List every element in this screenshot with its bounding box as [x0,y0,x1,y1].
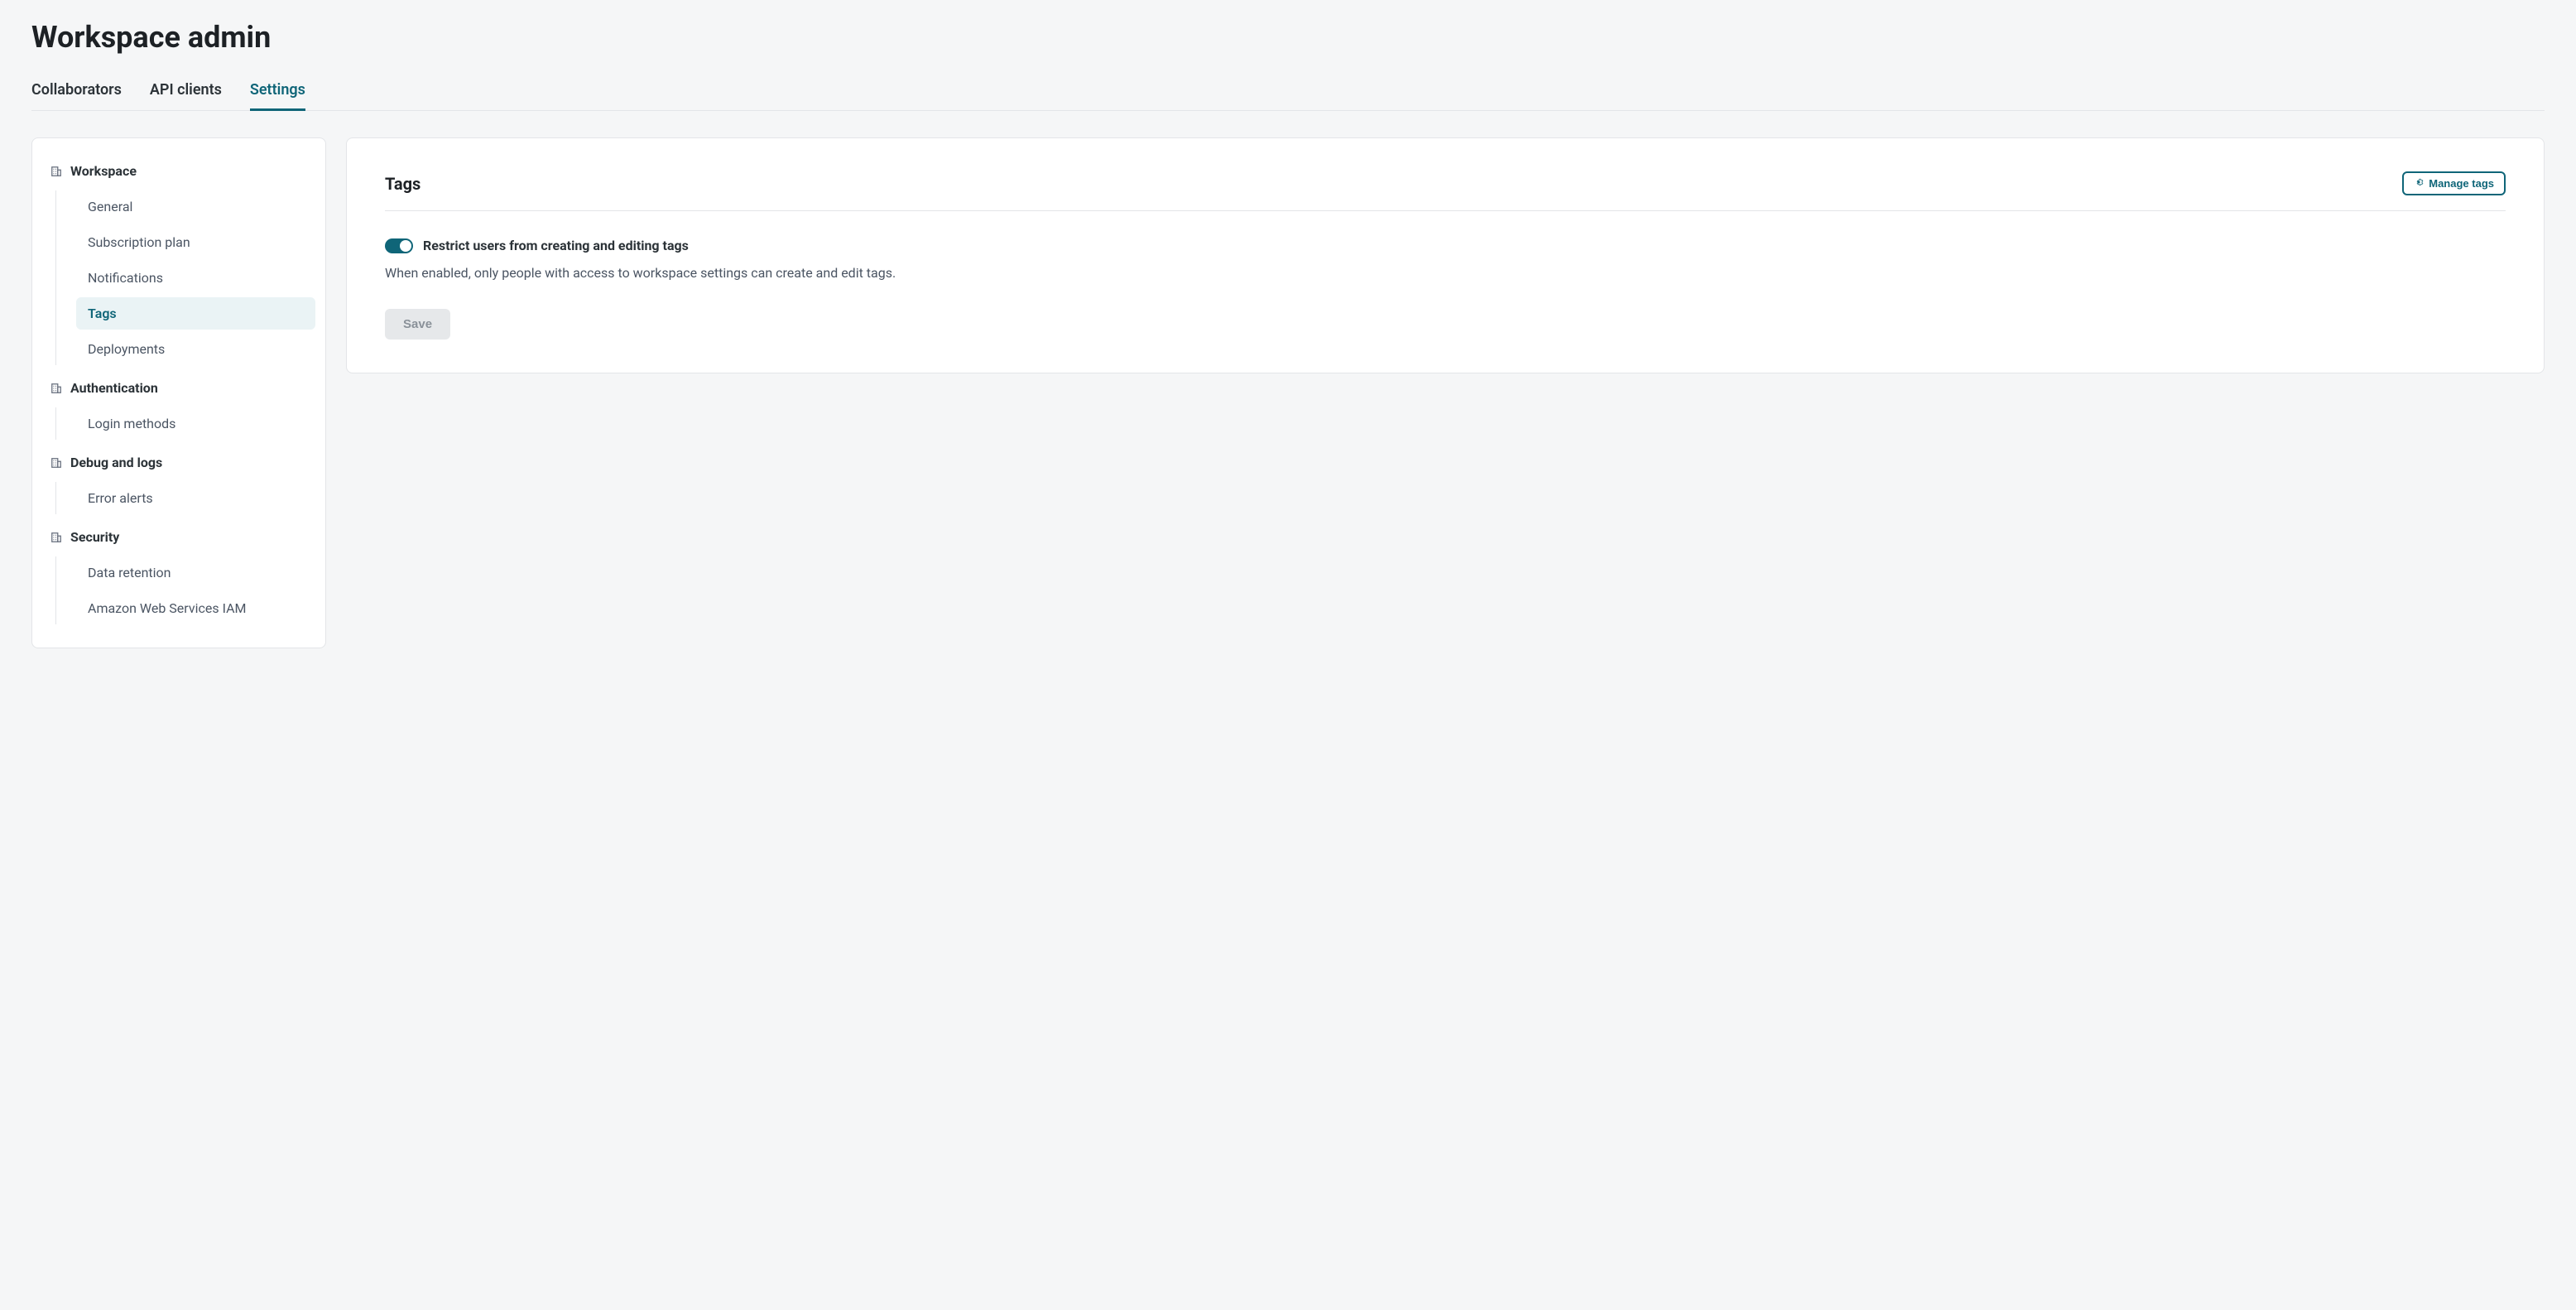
sidebar-group-authentication: Authentication [42,372,315,404]
sidebar-item-notifications[interactable]: Notifications [76,262,315,294]
tab-settings[interactable]: Settings [250,81,305,110]
top-tabs: Collaborators API clients Settings [31,81,2545,111]
sidebar-item-tags[interactable]: Tags [76,297,315,330]
save-button[interactable]: Save [385,309,450,340]
sidebar-group-debug: Debug and logs [42,446,315,479]
manage-tags-button[interactable]: Manage tags [2402,171,2506,195]
page-title: Workspace admin [31,20,2545,55]
settings-sidebar: Workspace General Subscription plan Noti… [31,137,326,648]
building-icon [50,457,62,469]
sidebar-item-deployments[interactable]: Deployments [76,333,315,365]
content-title: Tags [385,174,421,194]
sidebar-item-error-alerts[interactable]: Error alerts [76,482,315,514]
building-icon [50,383,62,394]
manage-tags-label: Manage tags [2429,177,2494,190]
content-panel: Tags Manage tags Restrict users from cre… [346,137,2545,373]
sidebar-item-login-methods[interactable]: Login methods [76,407,315,440]
sidebar-item-aws-iam[interactable]: Amazon Web Services IAM [76,592,315,624]
sidebar-group-label: Workspace [70,163,137,179]
restrict-tags-label: Restrict users from creating and editing… [423,238,689,253]
restrict-tags-description: When enabled, only people with access to… [385,265,2506,281]
tab-api-clients[interactable]: API clients [150,81,222,110]
restrict-tags-toggle[interactable] [385,238,413,253]
sidebar-group-workspace: Workspace [42,155,315,187]
sidebar-group-security: Security [42,521,315,553]
building-icon [50,532,62,543]
sidebar-item-data-retention[interactable]: Data retention [76,556,315,589]
sidebar-item-general[interactable]: General [76,190,315,223]
tab-collaborators[interactable]: Collaborators [31,81,122,110]
gear-icon [2414,177,2424,190]
sidebar-group-label: Debug and logs [70,455,162,470]
building-icon [50,166,62,177]
sidebar-group-label: Authentication [70,380,158,396]
sidebar-group-label: Security [70,529,119,545]
sidebar-item-subscription-plan[interactable]: Subscription plan [76,226,315,258]
